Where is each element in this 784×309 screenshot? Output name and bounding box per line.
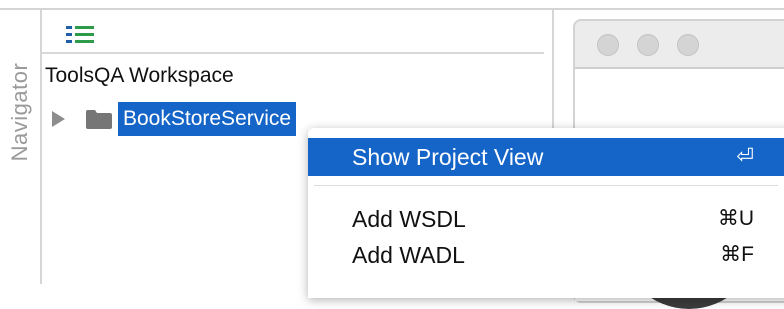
menu-item-label: Show Project View <box>352 144 544 170</box>
menu-item-add-wsdl[interactable]: Add WSDL ⌘U <box>308 200 784 238</box>
menu-item-show-project-view[interactable]: Show Project View ⏎ <box>308 138 784 176</box>
zoom-dot-icon[interactable] <box>677 34 699 56</box>
navigator-tab-label: Navigator <box>7 62 32 162</box>
close-dot-icon[interactable] <box>597 34 619 56</box>
menu-item-label: Add WSDL <box>352 206 466 232</box>
folder-icon <box>86 110 112 129</box>
menu-item-label: Add WADL <box>352 242 465 268</box>
menu-item-shortcut: ⌘U <box>717 207 754 230</box>
project-label[interactable]: BookStoreService <box>118 102 297 136</box>
menu-item-shortcut: ⌘F <box>720 243 754 266</box>
toolbar-divider <box>42 52 544 54</box>
list-view-icon[interactable] <box>66 25 96 45</box>
return-key-icon: ⏎ <box>736 145 754 168</box>
background-window-titlebar <box>575 21 784 69</box>
expand-arrow-icon[interactable] <box>52 111 65 127</box>
minimize-dot-icon[interactable] <box>637 34 659 56</box>
workspace-label: ToolsQA Workspace <box>45 64 234 87</box>
menu-separator <box>314 185 778 186</box>
navigator-tab[interactable]: Navigator <box>0 10 40 284</box>
context-menu: Show Project View ⏎ Add WSDL ⌘U Add WADL… <box>308 128 784 298</box>
menu-item-add-wadl[interactable]: Add WADL ⌘F <box>308 236 784 274</box>
